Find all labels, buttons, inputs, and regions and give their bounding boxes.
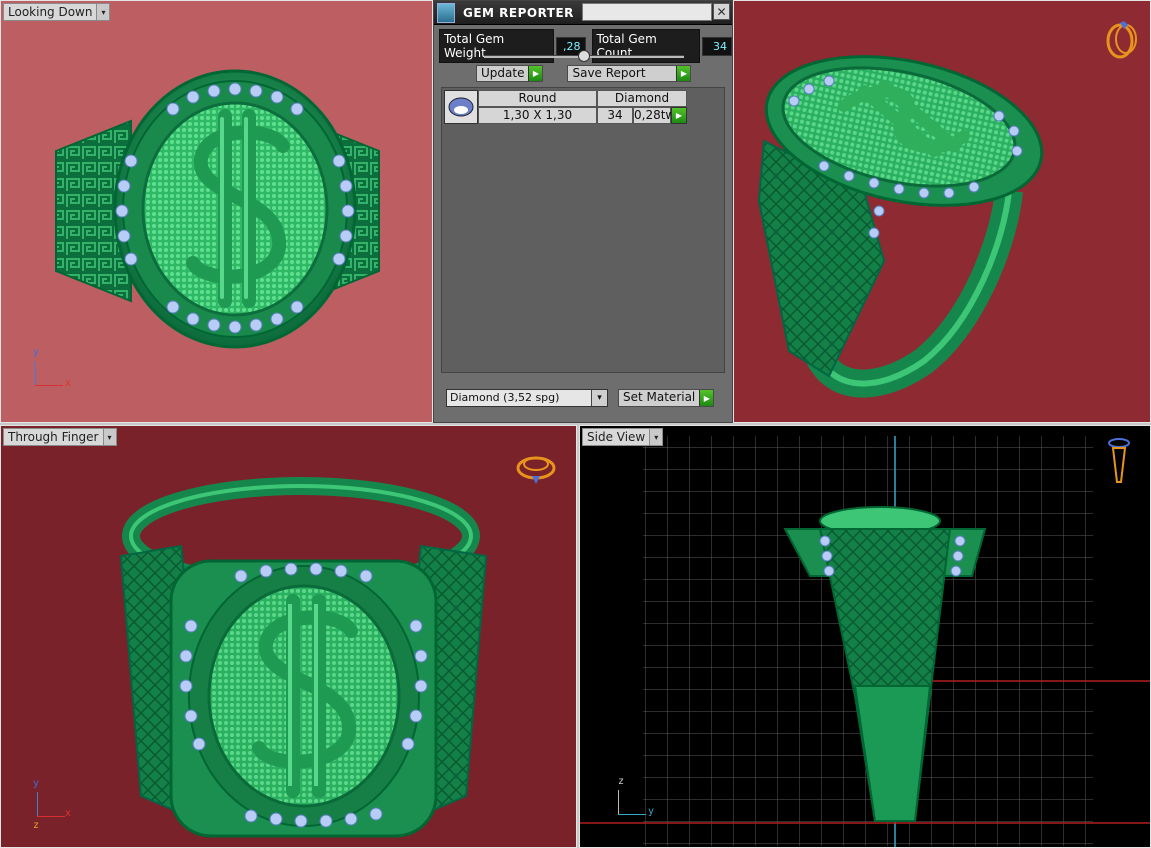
material-select-value: Diamond (3,52 spg) — [450, 391, 560, 404]
gem-count-cell: 34 — [597, 107, 633, 124]
update-button-label: Update — [481, 66, 525, 80]
close-icon[interactable]: ✕ — [713, 3, 730, 20]
set-material-button-label: Set Material — [623, 390, 696, 404]
viewport-title: Side View — [587, 430, 646, 444]
gem-reporter-logo-icon — [437, 2, 455, 23]
gem-reporter-panel: GEM REPORTER ✕ Total Gem Weight ,28 Tota… — [433, 0, 733, 423]
axis-x-label: x — [65, 378, 72, 389]
viewport-label-through-finger[interactable]: Through Finger ▾ — [3, 428, 117, 446]
play-arrow-icon: ▶ — [676, 66, 691, 81]
ring-icon — [516, 456, 556, 484]
material-select[interactable]: Diamond (3,52 spg) ▾ — [446, 389, 608, 407]
round-gem-icon — [448, 97, 474, 117]
axis-x-line — [37, 816, 65, 817]
gem-material-header: Diamond — [597, 90, 687, 107]
gem-thumbnail — [444, 90, 478, 124]
axis-y-line — [35, 361, 36, 385]
total-gem-count-value: 34 — [702, 36, 732, 56]
axis-y-label: y — [33, 778, 40, 789]
gem-shape-header: Round — [478, 90, 597, 107]
chevron-down-icon[interactable]: ▾ — [649, 429, 663, 445]
viewport-through-finger[interactable]: Through Finger ▾ y x z — [0, 425, 577, 848]
chevron-down-icon[interactable]: ▾ — [96, 4, 110, 20]
gem-setting-icon — [1108, 438, 1130, 483]
axis-z-label: z — [618, 776, 625, 787]
gem-reporter-titlebar[interactable]: GEM REPORTER ✕ — [434, 1, 732, 25]
panel-slider-knob[interactable] — [578, 50, 590, 62]
axis-y-label: y — [33, 347, 40, 358]
gem-row-go-icon[interactable]: ▶ — [671, 107, 687, 124]
chevron-down-icon[interactable]: ▾ — [591, 390, 607, 406]
axis-x-label: x — [65, 808, 72, 819]
axis-y-line — [37, 792, 38, 816]
viewport-looking-down[interactable]: Looking Down ▾ y x — [0, 0, 433, 423]
gem-size-cell: 1,30 X 1,30 — [478, 107, 597, 124]
axis-y-label: y — [648, 806, 655, 817]
viewport-title: Looking Down — [8, 5, 93, 19]
titlebar-drag-area[interactable] — [582, 3, 712, 21]
save-report-button-label: Save Report — [572, 66, 646, 80]
ring-front-view — [119, 456, 556, 838]
axis-z-label: z — [33, 820, 40, 831]
gem-weight-cell: 0,28tw — [633, 107, 676, 124]
viewport-label-side-view[interactable]: Side View ▾ — [582, 428, 664, 446]
ring-icon — [1106, 21, 1137, 59]
ring-perspective-view — [757, 21, 1137, 398]
axis-y-line — [618, 814, 646, 815]
gem-reporter-title: GEM REPORTER — [463, 5, 574, 20]
gem-list-row[interactable]: Round Diamond 1,30 X 1,30 34 0,28tw ▶ — [444, 90, 687, 124]
set-material-button[interactable]: Set Material ▶ — [618, 389, 715, 407]
viewport-title: Through Finger — [8, 430, 99, 444]
chevron-down-icon[interactable]: ▾ — [102, 429, 116, 445]
gem-list-area[interactable]: Round Diamond 1,30 X 1,30 34 0,28tw ▶ — [441, 87, 725, 373]
play-arrow-icon: ▶ — [528, 66, 543, 81]
viewport-label-looking-down[interactable]: Looking Down ▾ — [3, 3, 111, 21]
viewport-side-view[interactable]: Side View ▾ z y — [579, 425, 1151, 848]
axis-z-line — [618, 790, 619, 814]
axis-x-line — [35, 385, 63, 386]
update-button[interactable]: Update ▶ — [476, 65, 544, 82]
ring-side-view — [580, 436, 1150, 847]
ring-top-view — [55, 69, 380, 349]
save-report-button[interactable]: Save Report ▶ — [567, 65, 692, 82]
play-arrow-icon: ▶ — [699, 390, 714, 406]
viewport-perspective[interactable] — [733, 0, 1151, 423]
